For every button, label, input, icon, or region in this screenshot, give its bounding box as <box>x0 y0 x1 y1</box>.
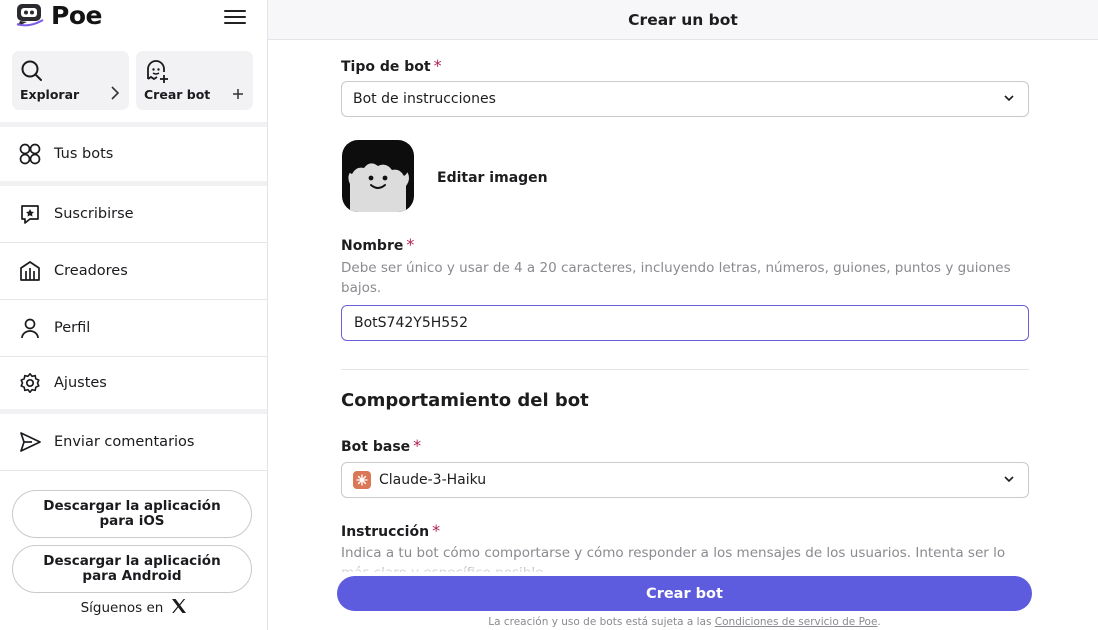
chevron-down-icon <box>1002 91 1016 109</box>
bot-type-label-text: Tipo de bot <box>341 59 431 75</box>
send-icon <box>18 430 42 454</box>
instruction-label-text: Instrucción <box>341 524 430 540</box>
sidebar-item-subscribe[interactable]: Suscribirse <box>0 186 267 243</box>
explore-tile[interactable]: Explorar <box>12 51 129 110</box>
explore-label: Explorar <box>20 87 80 102</box>
download-android-button[interactable]: Descargar la aplicación para Android <box>12 545 252 593</box>
quick-actions: Explorar Crear bot <box>0 40 267 127</box>
create-bot-tile[interactable]: Crear bot <box>136 51 253 110</box>
profile-icon <box>18 316 42 340</box>
bots-icon <box>18 142 42 166</box>
required-marker: * <box>433 56 442 75</box>
search-icon <box>20 59 44 87</box>
base-bot-value: Claude-3-Haiku <box>379 472 487 488</box>
plus-icon <box>232 85 244 104</box>
sidebar-item-label: Enviar comentarios <box>54 434 195 450</box>
required-marker: * <box>406 235 415 254</box>
bot-add-icon <box>144 59 170 89</box>
chevron-right-icon <box>110 85 120 104</box>
sidebar-item-label: Ajustes <box>54 375 107 391</box>
page-header: Crear un bot <box>268 0 1098 40</box>
brand-header: Poe <box>0 0 267 40</box>
gear-icon <box>18 371 42 395</box>
sidebar-item-your-bots[interactable]: Tus bots <box>0 127 267 186</box>
sidebar-item-label: Suscribirse <box>54 206 134 222</box>
bot-type-value: Bot de instrucciones <box>353 91 496 107</box>
base-bot-select[interactable]: Claude-3-Haiku <box>341 462 1029 498</box>
app-name[interactable]: Poe <box>51 1 102 30</box>
sidebar-item-creators[interactable]: Creadores <box>0 243 267 300</box>
claude-icon <box>353 471 371 489</box>
poe-logo-icon[interactable] <box>15 2 45 28</box>
name-label-text: Nombre <box>341 238 404 254</box>
base-bot-label: Bot base * <box>341 436 421 455</box>
required-marker: * <box>413 436 422 455</box>
terms-footnote: La creación y uso de bots está sujeta a … <box>337 616 1032 628</box>
behavior-section-title: Comportamiento del bot <box>341 390 589 411</box>
sidebar: Poe Explorar Crear bot Tus bots Suscribi… <box>0 0 268 630</box>
sidebar-item-feedback[interactable]: Enviar comentarios <box>0 414 267 471</box>
create-bot-label: Crear bot <box>144 87 211 102</box>
name-help-text: Debe ser único y usar de 4 a 20 caracter… <box>341 260 1011 296</box>
follow-us: Síguenos en <box>0 598 267 618</box>
create-bot-button[interactable]: Crear bot <box>337 576 1032 611</box>
required-marker: * <box>432 521 441 540</box>
bot-name-value: BotS742Y5H552 <box>354 315 468 331</box>
hamburger-menu-icon[interactable] <box>224 6 246 28</box>
chevron-down-icon <box>1002 472 1016 490</box>
bot-type-select[interactable]: Bot de instrucciones <box>341 81 1029 117</box>
sidebar-item-settings[interactable]: Ajustes <box>0 357 267 414</box>
bot-type-label: Tipo de bot * <box>341 56 442 75</box>
bot-name-input[interactable]: BotS742Y5H552 <box>341 305 1029 341</box>
edit-image-label: Editar imagen <box>437 170 548 186</box>
name-label: Nombre * <box>341 235 414 254</box>
x-logo-icon[interactable] <box>171 598 187 618</box>
section-divider <box>341 369 1029 370</box>
creators-icon <box>18 259 42 283</box>
sidebar-item-label: Creadores <box>54 263 128 279</box>
sidebar-item-label: Perfil <box>54 320 91 336</box>
sidebar-item-label: Tus bots <box>54 146 114 162</box>
edit-image-button[interactable]: Editar imagen <box>437 167 548 186</box>
base-bot-label-text: Bot base <box>341 439 411 455</box>
terms-link[interactable]: Condiciones de servicio de Poe <box>715 616 878 628</box>
follow-label: Síguenos en <box>80 600 164 616</box>
bot-avatar[interactable] <box>342 140 414 212</box>
download-ios-button[interactable]: Descargar la aplicación para iOS <box>12 490 252 538</box>
instruction-label: Instrucción * <box>341 521 440 540</box>
terms-suffix: . <box>877 616 881 628</box>
terms-prefix: La creación y uso de bots está sujeta a … <box>488 616 715 628</box>
subscribe-icon <box>18 202 42 226</box>
page-title: Crear un bot <box>628 10 738 29</box>
sidebar-item-profile[interactable]: Perfil <box>0 300 267 357</box>
